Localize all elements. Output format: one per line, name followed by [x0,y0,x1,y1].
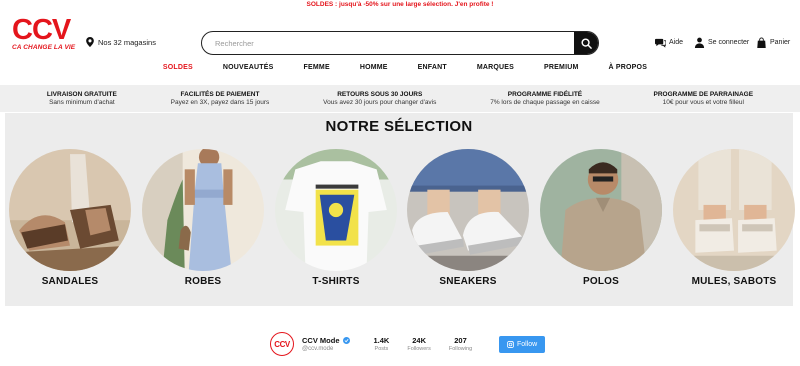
account-info: CCV Mode @ccv.mode [302,336,350,352]
category-sandales[interactable]: SANDALES [8,149,132,287]
category-tshirts[interactable]: T-SHIRTS [274,149,398,287]
category-label: SANDALES [41,276,99,287]
nav-item-premium[interactable]: PREMIUM [529,64,593,71]
logo-tagline: CA CHANGE LA VIE [12,44,76,51]
avatar-text: CCV [274,339,290,349]
logo-text: CCV [12,14,71,46]
stores-link[interactable]: Nos 32 magasins [86,37,156,47]
nav-item-a-propos[interactable]: À PROPOS [594,64,663,71]
benefit-payment[interactable]: FACILITÉS DE PAIEMENT Payez en 3X, payez… [171,91,270,106]
benefit-title: PROGRAMME FIDÉLITÉ [507,91,583,98]
category-label: T-SHIRTS [312,276,360,287]
nav-item-nouveautes[interactable]: NOUVEAUTÉS [208,64,289,71]
category-label: MULES, SABOTS [691,276,777,287]
benefit-subtitle: Sans minimum d'achat [49,99,115,106]
instagram-widget: CCV CCV Mode @ccv.mode 1.4K Posts 24K Fo… [270,332,546,356]
benefit-title: RETOURS SOUS 30 JOURS [337,91,423,98]
stat-label: Followers [407,346,431,352]
help-link[interactable]: Aide [655,37,683,48]
benefit-loyalty[interactable]: PROGRAMME FIDÉLITÉ 7% lors de chaque pas… [490,91,600,106]
nav-item-enfant[interactable]: ENFANT [403,64,462,71]
avatar[interactable]: CCV [270,332,294,356]
category-image-sneakers [407,149,529,271]
search-icon [581,37,592,49]
brand-logo[interactable]: CCV CA CHANGE LA VIE [12,15,76,51]
map-pin-icon [86,37,94,47]
category-polos[interactable]: POLOS [539,149,663,287]
shopping-bag-icon [757,37,766,48]
benefit-title: PROGRAMME DE PARRAINAGE [653,91,754,98]
nav-item-homme[interactable]: HOMME [345,64,403,71]
promo-banner[interactable]: SOLDES : jusqu'à -50% sur une large séle… [0,0,800,10]
nav-item-soldes[interactable]: SOLDES [148,64,208,71]
category-image-sandales [9,149,131,271]
instagram-icon [507,340,514,348]
follow-label: Follow [517,340,538,348]
benefit-subtitle: Vous avez 30 jours pour changer d'avis [323,99,437,106]
benefit-referral[interactable]: PROGRAMME DE PARRAINAGE 10€ pour vous et… [654,91,754,106]
account-name[interactable]: CCV Mode [302,336,350,345]
selection-title: NOTRE SÉLECTION [325,118,473,135]
search-input[interactable] [202,32,574,54]
category-robes[interactable]: ROBES [141,149,265,287]
header: CCV CA CHANGE LA VIE Nos 32 magasins Aid… [0,10,800,56]
account-handle: @ccv.mode [302,346,334,352]
benefit-subtitle: Payez en 3X, payez dans 15 jours [170,99,270,106]
benefit-returns[interactable]: RETOURS SOUS 30 JOURS Vous avez 30 jours… [323,91,436,106]
benefit-subtitle: 10€ pour vous et votre filleul [662,99,744,106]
user-icon [694,37,705,48]
benefits-bar: LIVRAISON GRATUITE Sans minimum d'achat … [0,85,800,112]
nav-item-femme[interactable]: FEMME [289,64,345,71]
chat-help-icon [655,38,666,48]
stat-value: 1.4K [373,336,390,345]
follow-button[interactable]: Follow [499,335,546,353]
login-link[interactable]: Se connecter [694,37,749,48]
stat-label: Posts [374,346,389,352]
benefit-title: FACILITÉS DE PAIEMENT [180,91,260,98]
selection-section: NOTRE SÉLECTION SANDALES ROBES T-SHIRTS … [5,113,796,306]
nav-item-marques[interactable]: MARQUES [462,64,529,71]
stat-following: 207 Following [449,336,472,352]
login-label: Se connecter [708,39,750,46]
help-label: Aide [669,39,684,46]
category-list: SANDALES ROBES T-SHIRTS SNEAKERS POLOS M… [5,135,796,295]
category-label: POLOS [582,276,619,287]
stat-value: 24K [412,336,426,345]
benefit-title: LIVRAISON GRATUITE [46,91,117,98]
search-bar [201,31,599,55]
benefit-subtitle: 7% lors de chaque passage en caisse [490,99,600,106]
category-image-robes [142,149,264,271]
stat-followers: 24K Followers [407,336,431,352]
stores-label: Nos 32 magasins [98,37,156,47]
category-image-polos [540,149,662,271]
account-name-text: CCV Mode [302,336,340,345]
verified-badge-icon [342,337,350,344]
cart-link[interactable]: Panier [756,37,790,48]
category-label: SNEAKERS [439,276,497,287]
stat-value: 207 [454,336,467,345]
category-label: ROBES [184,276,222,287]
category-sneakers[interactable]: SNEAKERS [406,149,530,287]
main-nav: SOLDES NOUVEAUTÉS FEMME HOMME ENFANT MAR… [10,56,800,79]
stat-posts: 1.4K Posts [374,336,390,352]
category-mules-sabots[interactable]: MULES, SABOTS [672,149,796,287]
category-image-tshirts [275,149,397,271]
cart-label: Panier [770,39,791,46]
stat-label: Following [448,346,473,352]
category-image-mules-sabots [673,149,795,271]
search-button[interactable] [574,32,598,54]
benefit-free-delivery[interactable]: LIVRAISON GRATUITE Sans minimum d'achat [47,91,117,106]
